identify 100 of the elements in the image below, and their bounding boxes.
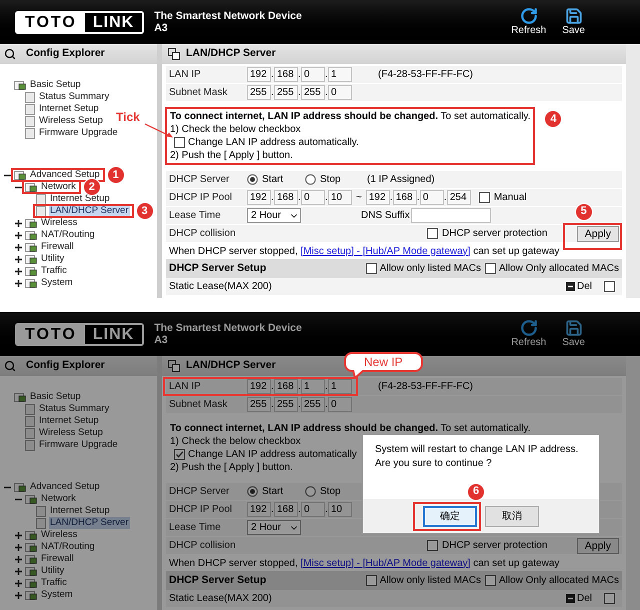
ip-octet-field[interactable]: 168 xyxy=(274,190,298,205)
gateway-link[interactable]: [Misc setup] - [Hub/AP Mode gateway] xyxy=(300,558,470,568)
ip-octet-field[interactable]: 255 xyxy=(274,85,298,100)
ip-octet-field[interactable]: 0 xyxy=(328,397,352,412)
ip-octet-field[interactable]: 255 xyxy=(247,85,271,100)
ip-octet-field[interactable]: 254 xyxy=(446,190,471,205)
ip-octet-field[interactable]: 168 xyxy=(274,502,298,517)
checkbox[interactable] xyxy=(478,192,490,203)
checkbox[interactable] xyxy=(604,593,615,604)
ip-octet-field[interactable]: 192 xyxy=(247,67,271,82)
ip-octet-field[interactable]: 255 xyxy=(247,397,271,412)
tree-item[interactable]: Network xyxy=(40,181,77,193)
tree-item[interactable]: Basic Setup xyxy=(29,79,82,91)
expand-icon[interactable] xyxy=(15,220,22,226)
ip-octet-field[interactable]: 168 xyxy=(392,190,417,205)
ip-octet-field[interactable]: 10 xyxy=(328,502,352,517)
checkbox[interactable] xyxy=(366,263,377,274)
ip-octet-field[interactable]: 1 xyxy=(328,67,352,82)
expand-icon[interactable] xyxy=(15,592,22,598)
expand-icon[interactable] xyxy=(15,568,22,574)
tree-item[interactable]: NAT/Routing xyxy=(40,541,96,553)
checkbox[interactable] xyxy=(604,281,615,292)
ip-octet-field[interactable]: 0 xyxy=(420,190,444,205)
ip-octet-field[interactable]: 192 xyxy=(366,190,390,205)
checkbox[interactable] xyxy=(427,228,438,239)
dialog-button[interactable]: 确定 xyxy=(423,506,477,526)
tree-item[interactable]: Utility xyxy=(40,253,66,265)
ip-octet-field[interactable]: 0 xyxy=(301,190,325,205)
tree-item[interactable]: Status Summary xyxy=(38,403,110,415)
tree-item[interactable]: Wireless Setup xyxy=(38,115,104,127)
checkbox[interactable] xyxy=(427,540,438,551)
ip-octet-field[interactable]: 192 xyxy=(247,379,271,394)
tree-item[interactable]: Advanced Setup xyxy=(29,481,101,493)
tree-item[interactable]: Wireless xyxy=(40,217,78,229)
checkbox[interactable] xyxy=(484,263,496,274)
tree-item[interactable]: System xyxy=(40,589,74,601)
expand-icon[interactable] xyxy=(15,532,22,538)
tree-item[interactable]: Internet Setup xyxy=(38,415,100,427)
tree-item[interactable]: Status Summary xyxy=(38,91,110,103)
tree-item[interactable]: System xyxy=(40,277,74,289)
apply-button[interactable]: Apply xyxy=(576,226,619,242)
tree-item[interactable]: Traffic xyxy=(40,577,68,589)
refresh-button[interactable]: Refresh xyxy=(511,7,546,37)
ip-octet-field[interactable]: 1 xyxy=(328,379,352,394)
tree-item[interactable]: Firewall xyxy=(40,553,75,565)
tree-item[interactable]: Firmware Upgrade xyxy=(38,127,119,139)
tree-item[interactable]: Advanced Setup xyxy=(29,169,101,181)
save-button[interactable]: Save xyxy=(562,319,585,349)
save-button[interactable]: Save xyxy=(562,7,585,37)
ip-octet-field[interactable]: 0 xyxy=(301,502,325,517)
tree-item[interactable]: Network xyxy=(40,493,77,505)
delete-label[interactable]: Del xyxy=(576,279,592,294)
dns-suffix-field[interactable] xyxy=(411,208,491,223)
ip-octet-field[interactable]: 168 xyxy=(274,67,298,82)
dialog-button[interactable]: 取消 xyxy=(485,506,539,526)
tree-item[interactable]: Internet Setup xyxy=(49,193,111,205)
ip-octet-field[interactable]: 255 xyxy=(301,85,325,100)
expand-icon[interactable] xyxy=(15,268,22,274)
radio-button[interactable] xyxy=(305,486,316,497)
checkbox[interactable] xyxy=(484,575,496,586)
tree-item[interactable]: Wireless xyxy=(40,529,78,541)
tree-item[interactable]: LAN/DHCP Server xyxy=(49,517,130,529)
lease-time-select[interactable]: 2 Hour xyxy=(247,208,301,223)
ip-octet-field[interactable]: 168 xyxy=(274,379,298,394)
radio-button[interactable] xyxy=(247,174,258,185)
ip-octet-field[interactable]: 192 xyxy=(247,502,271,517)
ip-octet-field[interactable]: 192 xyxy=(247,190,271,205)
gateway-link[interactable]: [Misc setup] - [Hub/AP Mode gateway] xyxy=(300,246,470,256)
checkbox[interactable] xyxy=(174,137,185,148)
tree-item[interactable]: Basic Setup xyxy=(29,391,82,403)
expand-icon[interactable] xyxy=(15,232,22,238)
ip-octet-field[interactable]: 255 xyxy=(274,397,298,412)
expand-icon[interactable] xyxy=(15,256,22,262)
expand-icon[interactable] xyxy=(15,244,22,250)
tree-item[interactable]: Internet Setup xyxy=(49,505,111,517)
refresh-button[interactable]: Refresh xyxy=(511,319,546,349)
tree-item[interactable]: Firewall xyxy=(40,241,75,253)
ip-octet-field[interactable]: 10 xyxy=(328,190,352,205)
ip-octet-field[interactable]: 0 xyxy=(301,67,325,82)
ip-octet-field[interactable]: 1 xyxy=(301,379,325,394)
checkbox[interactable] xyxy=(366,575,377,586)
ip-octet-field[interactable]: 255 xyxy=(301,397,325,412)
tree-item[interactable]: Utility xyxy=(40,565,66,577)
tree-item[interactable]: Traffic xyxy=(40,265,68,277)
tree-item[interactable]: Wireless Setup xyxy=(38,427,104,439)
lease-time-select[interactable]: 2 Hour xyxy=(247,520,301,535)
tree-item[interactable]: Firmware Upgrade xyxy=(38,439,119,451)
expand-icon[interactable] xyxy=(15,556,22,562)
radio-button[interactable] xyxy=(247,486,258,497)
tree-item[interactable]: Internet Setup xyxy=(38,103,100,115)
checkbox[interactable] xyxy=(174,449,185,460)
radio-button[interactable] xyxy=(305,174,316,185)
expand-icon[interactable] xyxy=(15,580,22,586)
tree-item[interactable]: NAT/Routing xyxy=(40,229,96,241)
radio-label: Start xyxy=(262,173,284,187)
expand-icon[interactable] xyxy=(15,544,22,550)
expand-icon[interactable] xyxy=(15,280,22,286)
ip-octet-field[interactable]: 0 xyxy=(328,85,352,100)
apply-button[interactable]: Apply xyxy=(576,538,619,554)
delete-label[interactable]: Del xyxy=(576,591,592,606)
